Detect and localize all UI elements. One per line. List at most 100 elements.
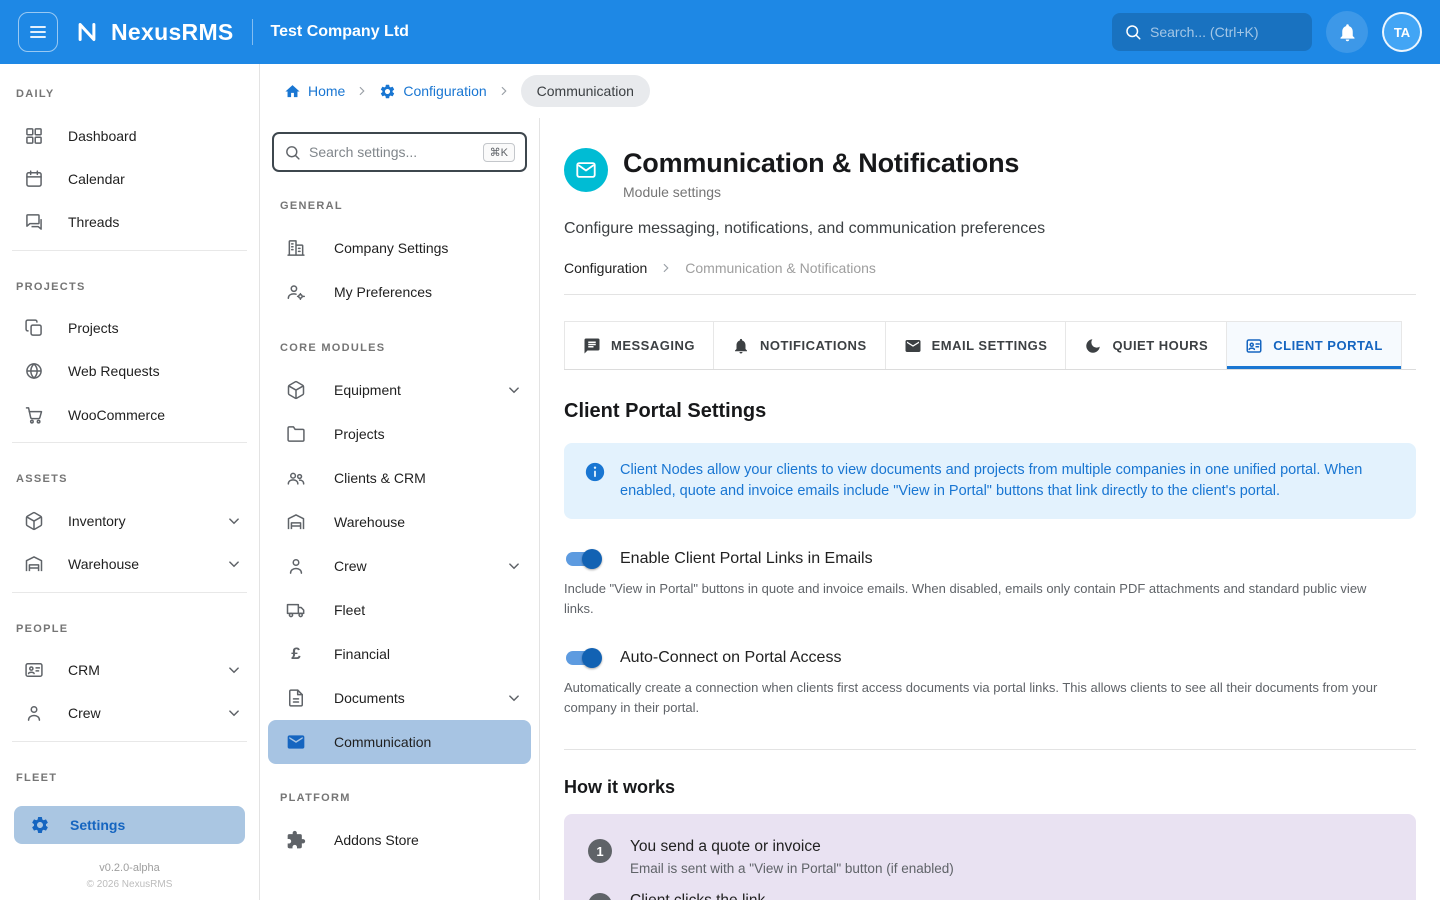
document-icon <box>286 688 306 708</box>
sidebar-item-label: CRM <box>68 662 100 678</box>
settings-nav-item-projects[interactable]: Projects <box>260 412 539 456</box>
calendar-icon <box>24 169 44 189</box>
settings-nav-item-label: Projects <box>334 426 385 442</box>
tab-label: NOTIFICATIONS <box>760 338 867 353</box>
app-root: NexusRMS Test Company Ltd TA DAILY Dashb… <box>0 0 1440 900</box>
tab-notifications[interactable]: NOTIFICATIONS <box>713 321 885 369</box>
copyright: © 2026 NexusRMS <box>0 879 259 890</box>
auto-connect-toggle[interactable] <box>564 648 602 668</box>
global-search-input[interactable] <box>1150 24 1300 40</box>
sidebar-item-label: Settings <box>70 817 125 833</box>
puzzle-icon <box>286 830 306 850</box>
sidebar: DAILY Dashboard Calendar Threads PROJECT… <box>0 64 260 900</box>
settings-nav-item-communication[interactable]: Communication <box>268 720 531 764</box>
folder-icon <box>286 424 306 444</box>
tab-messaging[interactable]: MESSAGING <box>564 321 713 369</box>
settings-nav-item-clients-crm[interactable]: Clients & CRM <box>260 456 539 500</box>
breadcrumb-home[interactable]: Home <box>284 83 345 100</box>
dashboard-icon <box>24 126 44 146</box>
sidebar-item-web-requests[interactable]: Web Requests <box>0 350 259 393</box>
sidebar-item-inventory[interactable]: Inventory <box>0 499 259 542</box>
sidebar-item-calendar[interactable]: Calendar <box>0 157 259 200</box>
sidebar-item-crew[interactable]: Crew <box>0 692 259 735</box>
content-divider <box>564 749 1416 750</box>
chevron-right-icon <box>659 261 673 275</box>
step-text: You send a quote or invoice Email is sen… <box>630 838 954 876</box>
content-row: ⌘K GENERAL Company Settings My Preferenc… <box>260 118 1440 900</box>
moon-icon <box>1084 337 1102 355</box>
settings-nav-item-my-preferences[interactable]: My Preferences <box>260 270 539 314</box>
sidebar-item-projects[interactable]: Projects <box>0 307 259 350</box>
settings-nav-item-warehouse[interactable]: Warehouse <box>260 500 539 544</box>
tab-email-settings[interactable]: EMAIL SETTINGS <box>885 321 1066 369</box>
breadcrumb-configuration[interactable]: Configuration <box>379 83 486 100</box>
settings-nav-item-equipment[interactable]: Equipment <box>260 368 539 412</box>
notifications-button[interactable] <box>1326 11 1368 53</box>
tab-client-portal[interactable]: CLIENT PORTAL <box>1226 321 1402 369</box>
global-search[interactable] <box>1112 13 1312 51</box>
section-label-assets: ASSETS <box>0 449 259 499</box>
nav-label-core-modules: CORE MODULES <box>260 314 539 368</box>
sidebar-item-warehouse[interactable]: Warehouse <box>0 542 259 585</box>
chevron-down-icon <box>505 381 523 399</box>
sidebar-item-woocommerce[interactable]: WooCommerce <box>0 393 259 436</box>
sidebar-item-crm[interactable]: CRM <box>0 649 259 692</box>
settings-nav-item-fleet[interactable]: Fleet <box>260 588 539 632</box>
sidebar-item-label: Projects <box>68 320 119 336</box>
module-breadcrumb-parent[interactable]: Configuration <box>564 260 647 276</box>
settings-nav-item-label: Crew <box>334 558 367 574</box>
sidebar-item-label: Calendar <box>68 171 125 187</box>
hamburger-icon <box>28 22 48 42</box>
brand-name: NexusRMS <box>111 19 234 46</box>
module-breadcrumb-current: Communication & Notifications <box>685 260 876 276</box>
chevron-right-icon <box>497 84 511 98</box>
person-gear-icon <box>286 282 306 302</box>
avatar[interactable]: TA <box>1382 12 1422 52</box>
menu-button[interactable] <box>18 12 58 52</box>
people-group-icon <box>286 468 306 488</box>
section-divider <box>12 741 247 742</box>
sidebar-item-threads[interactable]: Threads <box>0 200 259 243</box>
breadcrumb-home-label: Home <box>308 83 345 99</box>
toggle-label: Auto-Connect on Portal Access <box>620 649 841 667</box>
keyboard-shortcut-badge: ⌘K <box>483 143 515 162</box>
settings-nav-item-financial[interactable]: £ Financial <box>260 632 539 676</box>
settings-nav-item-documents[interactable]: Documents <box>260 676 539 720</box>
package-icon <box>286 380 306 400</box>
main-content: Communication & Notifications Module set… <box>540 118 1440 900</box>
brand-logo[interactable]: NexusRMS <box>72 17 234 47</box>
toggle-thumb <box>582 549 602 569</box>
settings-search-input[interactable] <box>309 144 475 160</box>
sidebar-item-dashboard[interactable]: Dashboard <box>0 114 259 157</box>
portal-links-toggle[interactable] <box>564 549 602 569</box>
mail-icon <box>904 337 922 355</box>
chat-icon <box>583 337 601 355</box>
step-item: 1 You send a quote or invoice Email is s… <box>564 830 1416 884</box>
sidebar-item-settings[interactable]: Settings <box>14 806 245 844</box>
chevron-down-icon <box>225 661 243 679</box>
settings-nav-item-crew[interactable]: Crew <box>260 544 539 588</box>
pound-icon: £ <box>286 644 306 664</box>
toggle-description: Automatically create a connection when c… <box>564 678 1394 717</box>
tab-quiet-hours[interactable]: QUIET HOURS <box>1065 321 1226 369</box>
nav-label-platform: PLATFORM <box>260 764 539 818</box>
client-portal-panel: Client Portal Settings Client Nodes allo… <box>564 400 1416 900</box>
settings-nav-item-company-settings[interactable]: Company Settings <box>260 226 539 270</box>
toggle-row-auto-connect: Auto-Connect on Portal Access <box>564 648 1416 668</box>
settings-nav-item-label: Company Settings <box>334 240 448 256</box>
breadcrumb: Home Configuration Communication <box>260 64 1440 118</box>
settings-nav-item-label: Addons Store <box>334 832 419 848</box>
settings-search[interactable]: ⌘K <box>272 132 527 172</box>
how-it-works-steps: 1 You send a quote or invoice Email is s… <box>564 814 1416 900</box>
settings-nav: ⌘K GENERAL Company Settings My Preferenc… <box>260 118 540 900</box>
chevron-down-icon <box>225 704 243 722</box>
mail-icon <box>286 732 306 752</box>
settings-nav-item-label: Clients & CRM <box>334 470 426 486</box>
toggle-row-portal-links: Enable Client Portal Links in Emails <box>564 549 1416 569</box>
right-column: Home Configuration Communication ⌘K <box>260 64 1440 900</box>
section-divider <box>12 250 247 251</box>
settings-nav-item-addons-store[interactable]: Addons Store <box>260 818 539 862</box>
toggle-label: Enable Client Portal Links in Emails <box>620 550 873 568</box>
section-divider <box>12 592 247 593</box>
settings-nav-item-label: Warehouse <box>334 514 405 530</box>
